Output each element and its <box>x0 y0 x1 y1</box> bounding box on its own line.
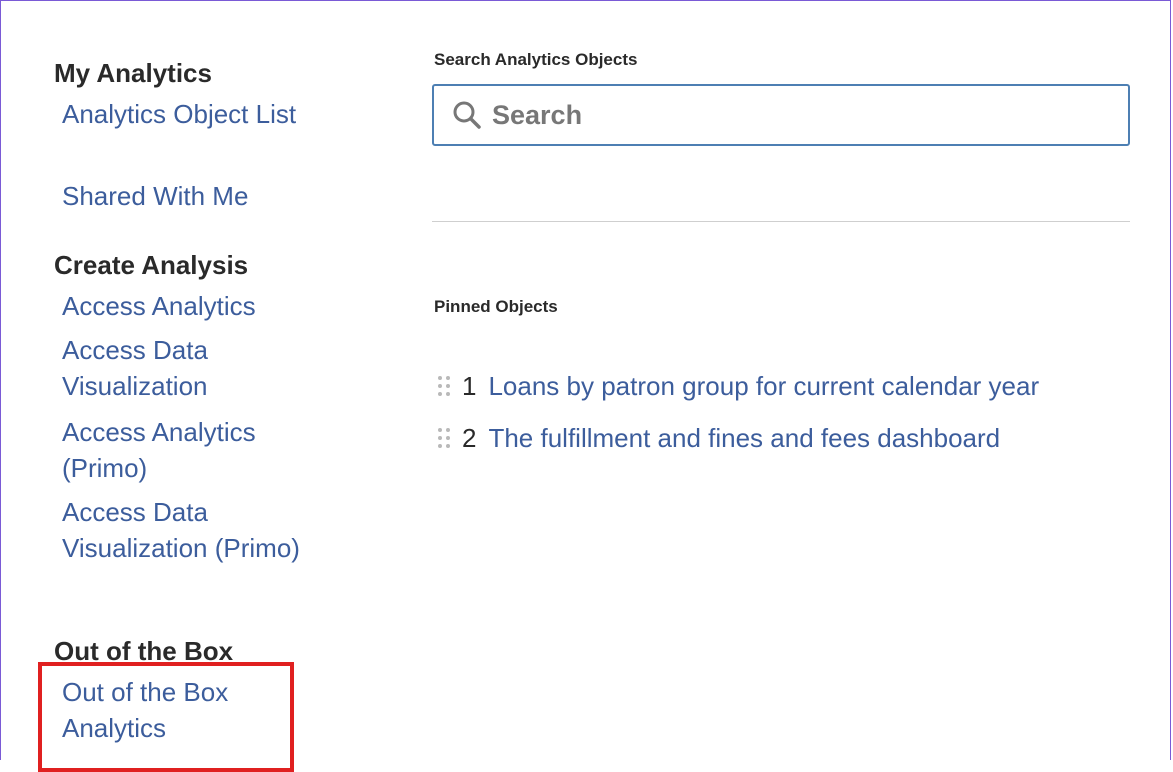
pinned-item-number: 2 <box>462 422 477 453</box>
search-box[interactable] <box>432 84 1130 146</box>
link-access-data-visualization[interactable]: Access Data Visualization <box>62 332 302 404</box>
pinned-item-link[interactable]: Loans by patron group for current calend… <box>488 371 1039 402</box>
search-input[interactable] <box>484 95 1092 135</box>
link-access-data-visualization-primo[interactable]: Access Data Visualization (Primo) <box>62 494 302 566</box>
search-icon <box>450 98 484 132</box>
divider <box>432 221 1130 222</box>
link-analytics-object-list[interactable]: Analytics Object List <box>62 96 302 132</box>
link-access-analytics-primo[interactable]: Access Analytics (Primo) <box>62 414 302 486</box>
pinned-objects-list: 1 Loans by patron group for current cale… <box>438 360 1138 464</box>
list-item: 2 The fulfillment and fines and fees das… <box>438 412 1138 464</box>
link-shared-with-me[interactable]: Shared With Me <box>62 178 302 214</box>
list-item: 1 Loans by patron group for current cale… <box>438 360 1138 412</box>
link-out-of-the-box-analytics[interactable]: Out of the Box Analytics <box>62 674 302 746</box>
pinned-item-link[interactable]: The fulfillment and fines and fees dashb… <box>488 423 1000 454</box>
heading-out-of-the-box: Out of the Box <box>54 636 234 666</box>
drag-handle-icon[interactable] <box>438 375 452 397</box>
link-access-analytics[interactable]: Access Analytics <box>62 288 302 324</box>
search-label: Search Analytics Objects <box>434 50 638 69</box>
heading-create-analysis: Create Analysis <box>54 250 249 280</box>
drag-handle-icon[interactable] <box>438 427 452 449</box>
pinned-objects-label: Pinned Objects <box>434 297 558 316</box>
heading-my-analytics: My Analytics <box>54 58 212 88</box>
pinned-item-number: 1 <box>462 370 477 401</box>
